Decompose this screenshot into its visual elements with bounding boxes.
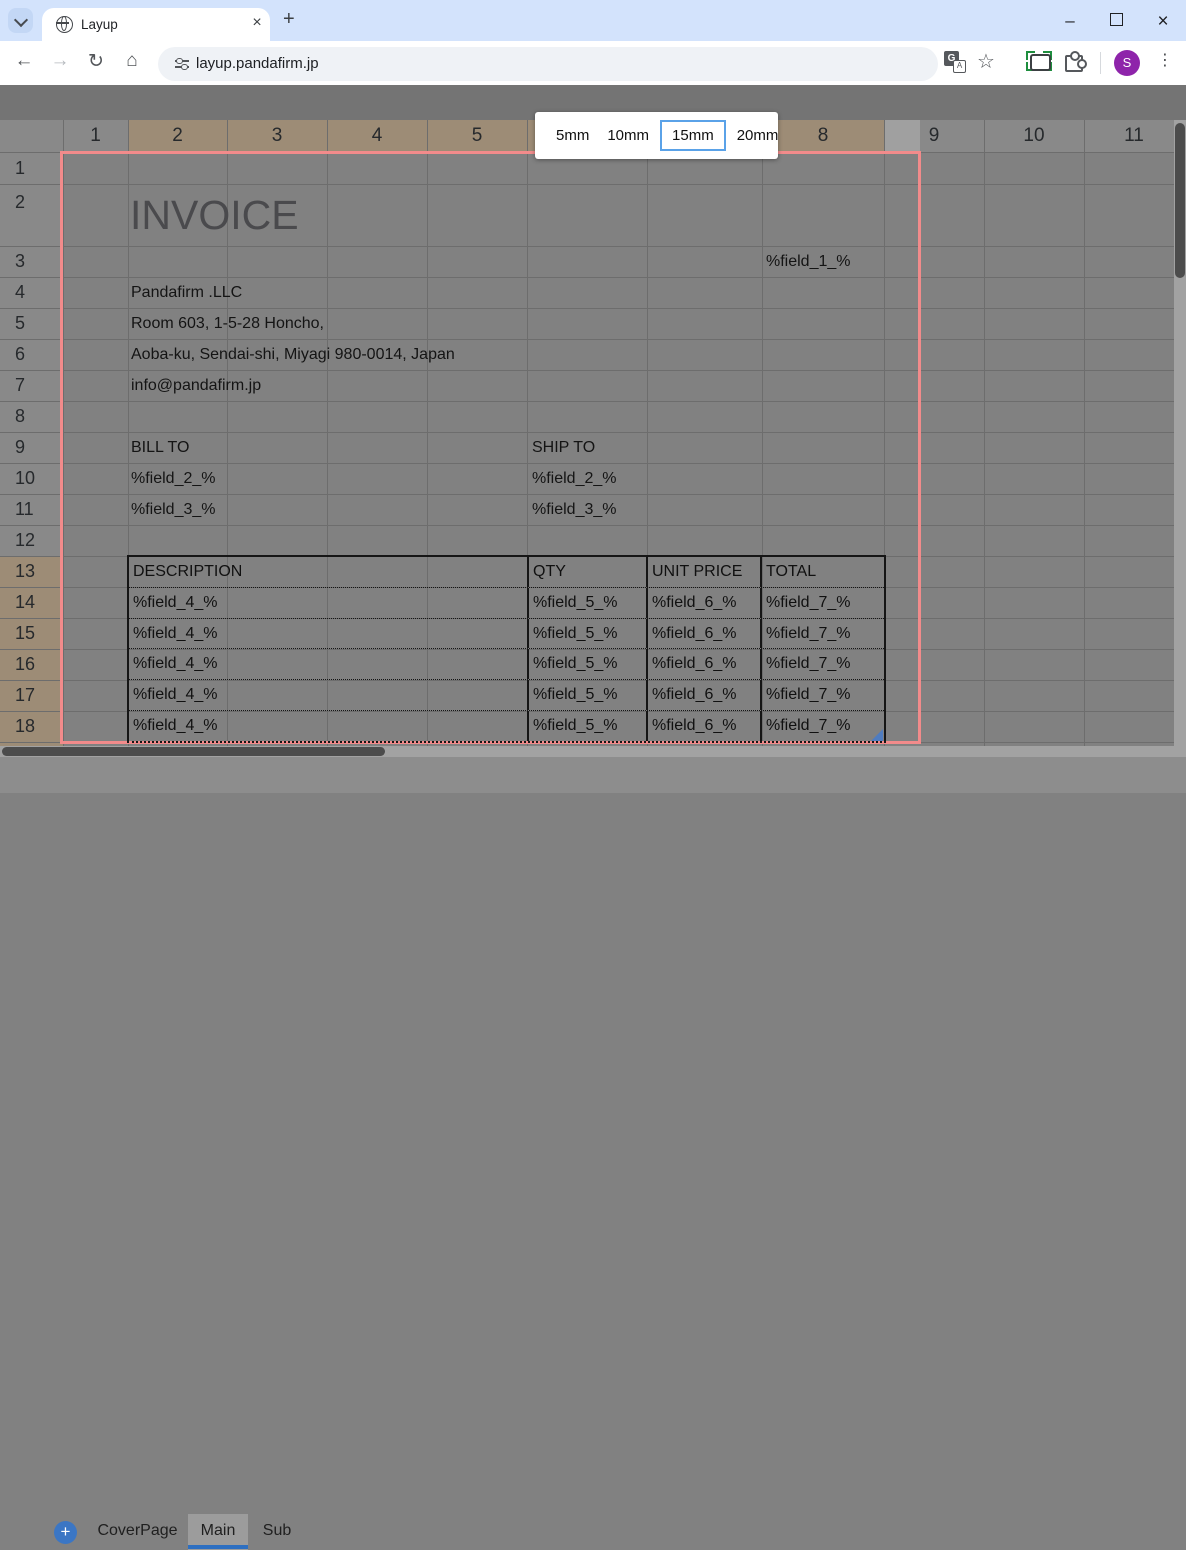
cell-address-line2[interactable]: Aoba-ku, Sendai-shi, Miyagi 980-0014, Ja… bbox=[131, 339, 455, 370]
table-cell[interactable]: %field_7_% bbox=[760, 588, 884, 618]
table-cell[interactable]: %field_5_% bbox=[527, 680, 646, 710]
globe-icon bbox=[56, 16, 73, 33]
cell-company-name[interactable]: Pandafirm .LLC bbox=[131, 277, 242, 308]
add-sheet-button[interactable]: + bbox=[54, 1521, 77, 1544]
table-row: %field_4_% %field_5_% %field_6_% %field_… bbox=[129, 587, 884, 618]
url-omnibox[interactable]: layup.pandafirm.jp bbox=[158, 47, 938, 81]
divider bbox=[1100, 52, 1101, 74]
cell-bill-to[interactable]: BILL TO bbox=[131, 432, 189, 463]
profile-avatar[interactable]: S bbox=[1114, 50, 1140, 76]
chevron-down-icon bbox=[14, 13, 28, 27]
table-cell[interactable]: %field_7_% bbox=[760, 711, 884, 741]
browser-tab[interactable]: Layup × bbox=[42, 8, 270, 41]
table-row: %field_4_% %field_5_% %field_6_% %field_… bbox=[129, 679, 884, 710]
tab-search-button[interactable] bbox=[8, 8, 33, 33]
table-cell[interactable]: %field_4_% bbox=[129, 649, 527, 679]
translate-a: A bbox=[953, 60, 966, 73]
table-cell[interactable]: %field_7_% bbox=[760, 649, 884, 679]
table-cell[interactable]: %field_6_% bbox=[646, 649, 760, 679]
tab-capture-icon[interactable] bbox=[1026, 51, 1052, 71]
table-cell[interactable]: %field_7_% bbox=[760, 680, 884, 710]
window-maximize-button[interactable] bbox=[1110, 13, 1123, 26]
table-cell[interactable]: %field_5_% bbox=[527, 711, 646, 741]
url-text[interactable]: layup.pandafirm.jp bbox=[196, 55, 319, 72]
active-tab-underline bbox=[188, 1545, 248, 1549]
table-cell[interactable]: %field_6_% bbox=[646, 588, 760, 618]
sheet-tab-main[interactable]: Main bbox=[188, 1514, 248, 1550]
table-cell[interactable]: %field_6_% bbox=[646, 680, 760, 710]
sheet-tab-bar: + CoverPage Main Sub bbox=[0, 757, 1186, 793]
table-cell[interactable]: %field_6_% bbox=[646, 711, 760, 741]
margin-options-popup: 5mm 10mm 15mm 20mm bbox=[535, 112, 778, 159]
back-button[interactable]: ← bbox=[11, 50, 37, 72]
translate-icon[interactable]: G A bbox=[944, 51, 966, 73]
table-cell[interactable]: %field_5_% bbox=[527, 649, 646, 679]
cell-field-1[interactable]: %field_1_% bbox=[766, 246, 851, 277]
browser-address-bar: ← → ↻ ⌂ layup.pandafirm.jp G A ☆ S ⋮ bbox=[0, 41, 1186, 85]
table-header-row: DESCRIPTION QTY UNIT PRICE TOTAL bbox=[129, 557, 884, 587]
table-row: %field_4_% %field_5_% %field_6_% %field_… bbox=[129, 710, 884, 741]
browser-tab-strip: Layup × + – × bbox=[0, 0, 1186, 41]
margin-option-20mm[interactable]: 20mm bbox=[728, 121, 788, 150]
margin-option-10mm[interactable]: 10mm bbox=[598, 121, 658, 150]
cell-bill-field-3[interactable]: %field_3_% bbox=[131, 494, 216, 525]
cell-ship-field-2[interactable]: %field_2_% bbox=[532, 463, 617, 494]
cell-ship-to[interactable]: SHIP TO bbox=[532, 432, 595, 463]
sheet-tab-coverpage[interactable]: CoverPage bbox=[90, 1514, 185, 1550]
forward-button: → bbox=[47, 50, 73, 72]
cell-bill-field-2[interactable]: %field_2_% bbox=[131, 463, 216, 494]
home-button[interactable]: ⌂ bbox=[119, 50, 145, 72]
table-cell[interactable]: %field_4_% bbox=[129, 680, 527, 710]
table-cell[interactable]: %field_5_% bbox=[527, 588, 646, 618]
table-header-description[interactable]: DESCRIPTION bbox=[129, 557, 527, 587]
table-cell[interactable]: %field_4_% bbox=[129, 711, 527, 741]
sheet-tab-sub[interactable]: Sub bbox=[252, 1514, 302, 1550]
table-cell[interactable]: %field_5_% bbox=[527, 619, 646, 649]
window-close-button[interactable]: × bbox=[1148, 11, 1178, 33]
table-cell[interactable]: %field_6_% bbox=[646, 619, 760, 649]
reload-button[interactable]: ↻ bbox=[83, 50, 109, 73]
new-tab-button[interactable]: + bbox=[283, 8, 295, 31]
cell-ship-field-3[interactable]: %field_3_% bbox=[532, 494, 617, 525]
selection-fill-handle[interactable] bbox=[871, 729, 883, 741]
table-cell[interactable]: %field_4_% bbox=[129, 619, 527, 649]
sheet-tab-main-label: Main bbox=[201, 1522, 236, 1539]
vertical-scrollbar-thumb[interactable] bbox=[1175, 123, 1185, 278]
invoice-items-table[interactable]: DESCRIPTION QTY UNIT PRICE TOTAL %field_… bbox=[127, 555, 886, 743]
extensions-icon[interactable] bbox=[1064, 52, 1084, 70]
cell-invoice-title[interactable]: INVOICE bbox=[130, 184, 299, 246]
browser-menu-icon[interactable]: ⋮ bbox=[1157, 50, 1173, 70]
horizontal-scrollbar-thumb[interactable] bbox=[2, 747, 385, 756]
table-header-total[interactable]: TOTAL bbox=[760, 557, 884, 587]
margin-option-5mm[interactable]: 5mm bbox=[547, 121, 598, 150]
window-minimize-button[interactable]: – bbox=[1055, 11, 1085, 31]
table-row: %field_4_% %field_5_% %field_6_% %field_… bbox=[129, 648, 884, 679]
tab-title: Layup bbox=[81, 16, 118, 34]
table-cell[interactable]: %field_4_% bbox=[129, 588, 527, 618]
tab-close-icon[interactable]: × bbox=[247, 14, 267, 32]
bookmark-star-icon[interactable]: ☆ bbox=[977, 49, 995, 74]
table-cell[interactable]: %field_7_% bbox=[760, 619, 884, 649]
table-header-unit-price[interactable]: UNIT PRICE bbox=[646, 557, 760, 587]
cell-address-line1[interactable]: Room 603, 1-5-28 Honcho, bbox=[131, 308, 324, 339]
table-row: %field_4_% %field_5_% %field_6_% %field_… bbox=[129, 618, 884, 649]
screen: { "browser": { "tab_title": "Layup", "ur… bbox=[0, 0, 1186, 793]
cell-email[interactable]: info@pandafirm.jp bbox=[131, 370, 261, 401]
site-settings-icon[interactable] bbox=[175, 59, 189, 69]
table-header-qty[interactable]: QTY bbox=[527, 557, 646, 587]
margin-option-15mm-selected[interactable]: 15mm bbox=[660, 120, 726, 151]
